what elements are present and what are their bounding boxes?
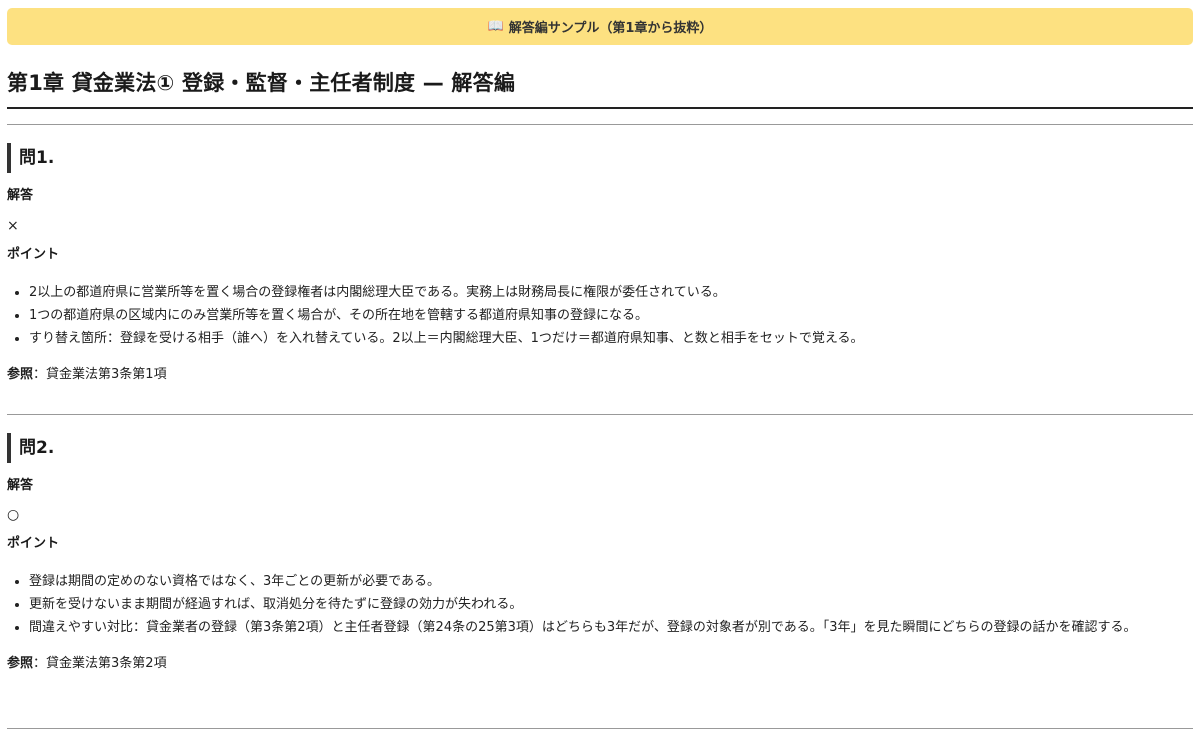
open-book-icon: 📖 <box>487 19 504 34</box>
point-label: ポイント <box>7 536 60 551</box>
reference-separator: ： <box>33 656 47 671</box>
reference: 参照：貸金業法第3条第1項 <box>7 366 1193 384</box>
page: 📖 解答編サンプル（第1章から抜粋） 第1章 貸金業法① 登録・監督・主任者制度… <box>7 8 1193 729</box>
reference-separator: ： <box>33 367 47 382</box>
reference-text: 貸金業法第3条第1項 <box>46 367 167 382</box>
point-list: 登録は期間の定めのない資格ではなく、3年ごとの更新が必要である。 更新を受けない… <box>7 570 1193 639</box>
banner-text: 解答編サンプル（第1章から抜粋） <box>508 21 713 36</box>
sample-banner: 📖 解答編サンプル（第1章から抜粋） <box>7 8 1193 45</box>
answer-mark: × <box>7 218 19 234</box>
reference: 参照：貸金業法第3条第2項 <box>7 655 1193 673</box>
answer-mark: ○ <box>7 507 20 523</box>
question-heading: 問2. <box>7 433 1193 463</box>
point-label: ポイント <box>7 247 60 262</box>
divider <box>7 124 1193 125</box>
page-title: 第1章 貸金業法① 登録・監督・主任者制度 — 解答編 <box>7 67 1193 109</box>
answer-label: 解答 <box>7 188 34 203</box>
answer-label: 解答 <box>7 478 34 493</box>
list-item: 間違えやすい対比：貸金業者の登録（第3条第2項）と主任者登録（第24条の25第3… <box>29 616 1193 639</box>
list-item: 更新を受けないまま期間が経過すれば、取消処分を待たずに登録の効力が失われる。 <box>29 593 1193 616</box>
question-heading: 問1. <box>7 143 1193 173</box>
list-item: 2以上の都道府県に営業所等を置く場合の登録権者は内閣総理大臣である。実務上は財務… <box>29 281 1193 304</box>
reference-label: 参照 <box>7 656 34 671</box>
reference-text: 貸金業法第3条第2項 <box>46 656 167 671</box>
list-item: 登録は期間の定めのない資格ではなく、3年ごとの更新が必要である。 <box>29 570 1193 593</box>
list-item: すり替え箇所：登録を受ける相手（誰へ）を入れ替えている。2以上＝内閣総理大臣、1… <box>29 327 1193 350</box>
question-2: 問2. 解答 ○ ポイント 登録は期間の定めのない資格ではなく、3年ごとの更新が… <box>7 433 1193 729</box>
list-item: 1つの都道府県の区域内にのみ営業所等を置く場合が、その所在地を管轄する都道府県知… <box>29 304 1193 327</box>
point-list: 2以上の都道府県に営業所等を置く場合の登録権者は内閣総理大臣である。実務上は財務… <box>7 281 1193 350</box>
reference-label: 参照 <box>7 367 34 382</box>
question-1: 問1. 解答 × ポイント 2以上の都道府県に営業所等を置く場合の登録権者は内閣… <box>7 143 1193 415</box>
